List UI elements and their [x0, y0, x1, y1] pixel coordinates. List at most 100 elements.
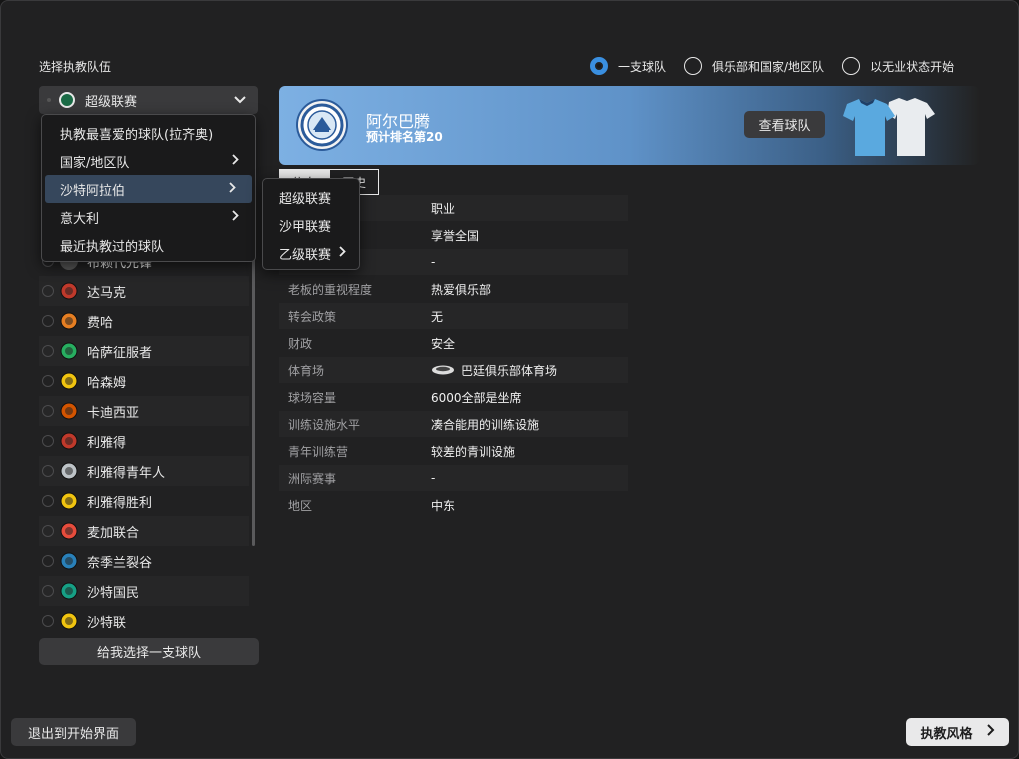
- league-logo-icon: [59, 92, 75, 108]
- team-row[interactable]: 沙特国民: [39, 576, 249, 606]
- menu-item[interactable]: 意大利: [42, 203, 255, 231]
- league-select-value: 超级联赛: [85, 94, 138, 110]
- team-radio[interactable]: [42, 285, 54, 297]
- team-radio[interactable]: [42, 345, 54, 357]
- team-radio[interactable]: [42, 615, 54, 627]
- mode-option-0[interactable]: 一支球队: [590, 56, 666, 76]
- exit-to-start-button[interactable]: 退出到开始界面: [11, 718, 136, 746]
- team-radio[interactable]: [42, 555, 54, 567]
- detail-label: 地区: [288, 498, 313, 513]
- team-crest-icon: [60, 522, 78, 540]
- chevron-right-icon: [986, 724, 995, 740]
- coaching-style-label: 执教风格: [920, 726, 973, 742]
- detail-value: 热爱俱乐部: [431, 282, 492, 297]
- team-name: 哈森姆: [87, 375, 127, 391]
- team-radio[interactable]: [42, 315, 54, 327]
- team-radio[interactable]: [42, 495, 54, 507]
- team-name: 奈季兰裂谷: [87, 555, 153, 571]
- team-radio[interactable]: [42, 585, 54, 597]
- team-row[interactable]: 哈森姆: [39, 366, 249, 396]
- club-crest-icon: [296, 99, 348, 151]
- team-radio[interactable]: [42, 525, 54, 537]
- team-crest-icon: [60, 612, 78, 630]
- team-name: 利雅得胜利: [87, 495, 153, 511]
- team-name: 沙特联: [87, 615, 127, 631]
- menu-item[interactable]: 执教最喜爱的球队(拉齐奥): [42, 119, 255, 147]
- detail-label: 体育场: [288, 363, 325, 378]
- league-select-dropdown[interactable]: 超级联赛: [39, 86, 258, 114]
- detail-value-wrapper: 巴廷俱乐部体育场: [431, 362, 557, 379]
- team-row[interactable]: 达马克: [39, 276, 249, 306]
- team-radio[interactable]: [42, 405, 54, 417]
- menu-item[interactable]: 最近执教过的球队: [42, 231, 255, 259]
- menu-item[interactable]: 乙级联赛: [263, 239, 359, 267]
- detail-value-wrapper: 6000全部是坐席: [431, 389, 522, 406]
- league-dropdown-menu: 执教最喜爱的球队(拉齐奥) 国家/地区队 沙特阿拉伯意大利最近执教过的球队: [41, 114, 256, 262]
- team-crest-icon: [60, 312, 78, 330]
- detail-value-wrapper: 职业: [431, 200, 455, 217]
- team-row[interactable]: 费哈: [39, 306, 249, 336]
- detail-value: 无: [431, 309, 444, 324]
- mode-radio-icon[interactable]: [684, 57, 703, 75]
- coaching-style-button[interactable]: 执教风格: [906, 718, 1009, 746]
- team-name: 费哈: [87, 315, 114, 331]
- detail-label: 球场容量: [288, 390, 337, 405]
- choose-team-for-me-button[interactable]: 给我选择一支球队: [39, 638, 259, 665]
- chevron-right-icon: [232, 210, 239, 224]
- team-radio[interactable]: [42, 465, 54, 477]
- detail-row: 财政 安全: [279, 330, 628, 356]
- team-crest-icon: [60, 372, 78, 390]
- team-crest-icon: [60, 582, 78, 600]
- detail-row: 洲际赛事 -: [279, 465, 628, 491]
- detail-value: 较差的青训设施: [431, 444, 516, 459]
- mode-option-label: 俱乐部和国家/地区队: [712, 59, 825, 74]
- menu-item-label: 沙甲联赛: [279, 219, 332, 235]
- team-row[interactable]: 哈萨征服者: [39, 336, 249, 366]
- menu-item[interactable]: 超级联赛: [263, 183, 359, 211]
- detail-row: 体育场 巴廷俱乐部体育场: [279, 357, 628, 383]
- menu-item[interactable]: 沙甲联赛: [263, 211, 359, 239]
- mode-option-label: 一支球队: [618, 59, 667, 74]
- detail-value: -: [431, 471, 436, 485]
- team-radio[interactable]: [42, 435, 54, 447]
- team-row[interactable]: 奈季兰裂谷: [39, 546, 249, 576]
- team-crest-icon: [60, 282, 78, 300]
- detail-value-wrapper: 安全: [431, 335, 455, 352]
- detail-label: 老板的重视程度: [288, 282, 373, 297]
- team-name: 哈萨征服者: [87, 345, 153, 361]
- team-row[interactable]: 卡迪西亚: [39, 396, 249, 426]
- team-row[interactable]: 麦加联合: [39, 516, 249, 546]
- team-crest-icon: [60, 462, 78, 480]
- detail-value: 中东: [431, 498, 456, 513]
- detail-value-wrapper: 中东: [431, 497, 455, 514]
- mode-radio-icon[interactable]: [590, 57, 608, 75]
- chevron-right-icon: [229, 182, 236, 196]
- detail-value-wrapper: -: [431, 255, 435, 269]
- detail-label: 青年训练营: [288, 444, 349, 459]
- detail-row: 青年训练营 较差的青训设施: [279, 438, 628, 464]
- menu-item-label: 超级联赛: [279, 191, 332, 207]
- detail-label: 转会政策: [288, 309, 337, 324]
- stadium-icon: [431, 363, 455, 378]
- club-predicted-rank: 预计排名第20: [366, 130, 443, 144]
- team-row[interactable]: 沙特联: [39, 606, 249, 636]
- view-team-button[interactable]: 查看球队: [744, 111, 825, 138]
- detail-row: 训练设施水平 凑合能用的训练设施: [279, 411, 628, 437]
- team-name: 利雅得: [87, 435, 127, 451]
- menu-item[interactable]: 国家/地区队: [42, 147, 255, 175]
- team-row[interactable]: 利雅得胜利: [39, 486, 249, 516]
- team-row[interactable]: 利雅得: [39, 426, 249, 456]
- team-row[interactable]: 利雅得青年人: [39, 456, 249, 486]
- mode-option-1[interactable]: 俱乐部和国家/地区队: [684, 56, 824, 76]
- detail-row: 老板的重视程度 热爱俱乐部: [279, 276, 628, 302]
- team-crest-icon: [60, 342, 78, 360]
- team-radio[interactable]: [42, 375, 54, 387]
- menu-item-label: 意大利: [60, 211, 100, 227]
- menu-item-label: 执教最喜爱的球队(拉齐奥): [60, 127, 214, 143]
- detail-value: 安全: [431, 336, 456, 351]
- team-name: 麦加联合: [87, 525, 140, 541]
- menu-item[interactable]: 沙特阿拉伯: [45, 175, 252, 203]
- detail-value: 巴廷俱乐部体育场: [461, 363, 558, 378]
- mode-radio-icon[interactable]: [842, 57, 861, 75]
- mode-option-2[interactable]: 以无业状态开始: [842, 56, 954, 76]
